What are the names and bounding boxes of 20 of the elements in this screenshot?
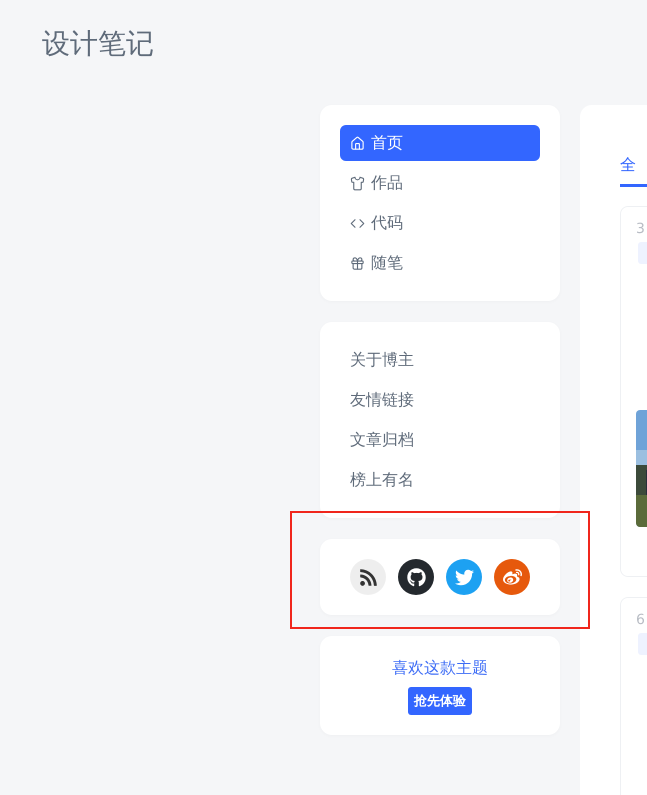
try-button[interactable]: 抢先体验 xyxy=(408,687,472,715)
gift-icon xyxy=(350,256,365,270)
nav-item[interactable]: 作品 xyxy=(340,165,540,201)
post-date: 3 xyxy=(636,220,645,239)
sidebar-link[interactable]: 榜上有名 xyxy=(340,460,540,500)
promo-text: 喜欢这款主题 xyxy=(392,658,488,679)
post-date: 6 xyxy=(636,611,645,630)
shirt-icon xyxy=(350,176,365,190)
sidebar-link[interactable]: 关于博主 xyxy=(340,340,540,380)
tab[interactable]: 全 xyxy=(620,155,647,187)
bird-icon[interactable] xyxy=(446,559,482,595)
house-icon xyxy=(350,136,365,150)
nav-item[interactable]: 随笔 xyxy=(340,245,540,281)
site-title: 设计笔记 xyxy=(42,27,154,60)
nav-item[interactable]: 代码 xyxy=(340,205,540,241)
sidebar-link[interactable]: 文章归档 xyxy=(340,420,540,460)
rss-icon[interactable] xyxy=(350,559,386,595)
sidebar-link[interactable]: 友情链接 xyxy=(340,380,540,420)
cat-icon[interactable] xyxy=(398,559,434,595)
nav-item[interactable]: 首页 xyxy=(340,125,540,161)
